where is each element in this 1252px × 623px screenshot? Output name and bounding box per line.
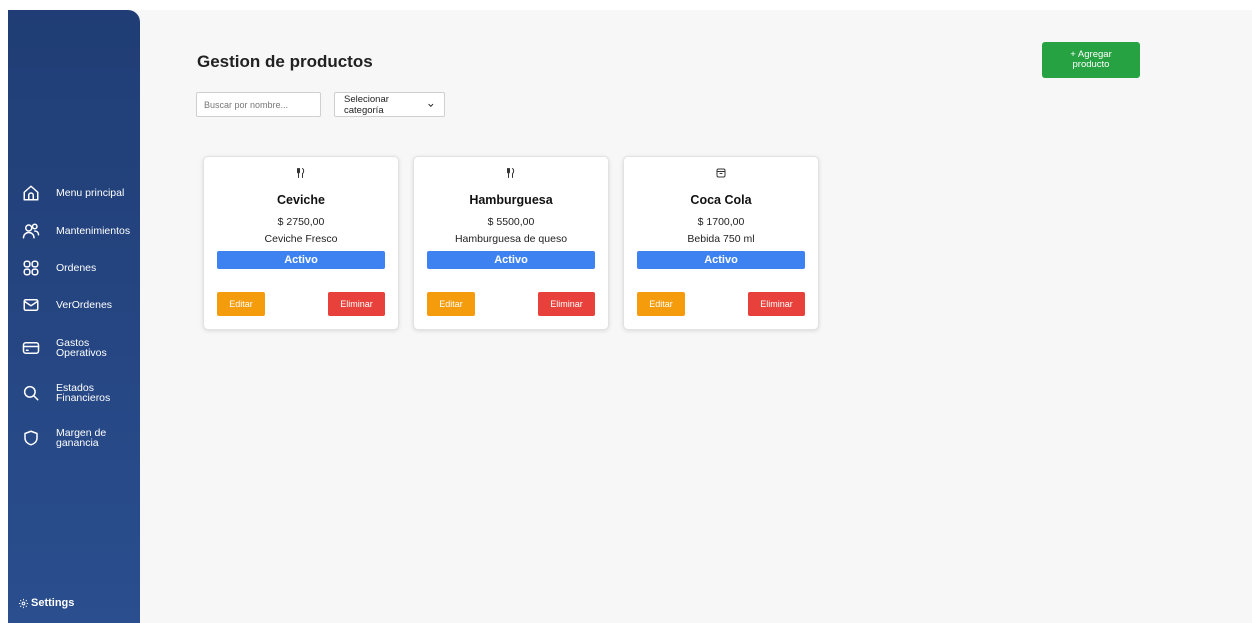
app-window: Menu principal Mantenimientos Ordenes Ve… [8,10,1252,623]
product-price: $ 1700,00 [697,216,745,228]
product-name: Coca Cola [690,193,752,207]
product-description: Bebida 750 ml [687,233,755,245]
sidebar-item-label: Estados Financieros [56,382,111,404]
edit-button[interactable]: Editar [637,292,685,316]
product-name: Hamburguesa [469,193,553,207]
settings-label: Settings [31,597,75,609]
users-icon [22,222,40,240]
sidebar-item-ordenes[interactable]: Ordenes [8,251,140,285]
product-price: $ 5500,00 [487,216,535,228]
sidebar-item-label: Mantenimientos [56,225,131,237]
status-badge: Activo [637,251,805,269]
edit-button[interactable]: Editar [217,292,265,316]
sidebar-item-label: Menu principal [56,187,125,199]
archive-icon [716,168,726,178]
sidebar-item-verordenes[interactable]: VerOrdenes [8,288,140,322]
status-badge: Activo [217,251,385,269]
page-title: Gestion de productos [197,52,373,71]
search-input[interactable] [196,92,321,117]
home-icon [22,184,40,202]
sidebar-item-label: Ordenes [56,262,97,274]
credit-card-icon [22,339,40,357]
search-icon [22,384,40,402]
status-badge: Activo [427,251,595,269]
category-select-value: Selecionar categoría [344,93,389,116]
delete-button[interactable]: Eliminar [538,292,595,316]
gear-icon [18,598,29,608]
sidebar: Menu principal Mantenimientos Ordenes Ve… [8,10,140,623]
sidebar-item-label: Gastos Operativos [56,337,107,359]
sidebar-item-gastos-operativos[interactable]: Gastos Operativos [8,331,140,365]
sidebar-item-menu-principal[interactable]: Menu principal [8,176,140,210]
category-select[interactable]: Selecionar categoría [334,92,445,117]
sidebar-item-estados-financieros[interactable]: Estados Financieros [8,376,140,410]
delete-button[interactable]: Eliminar [328,292,385,316]
product-description: Hamburguesa de queso [454,233,568,245]
product-name: Ceviche [277,193,325,207]
grid-icon [22,259,40,277]
product-card: Hamburguesa $ 5500,00 Hamburguesa de que… [413,156,609,330]
sidebar-item-label: VerOrdenes [56,299,113,311]
product-price: $ 2750,00 [277,216,325,228]
edit-button[interactable]: Editar [427,292,475,316]
add-product-button[interactable]: + Agregar producto [1042,42,1140,78]
utensils-icon [507,168,515,178]
shield-icon [22,429,40,447]
settings-link[interactable]: Settings [18,597,74,609]
utensils-icon [297,168,305,178]
sidebar-item-mantenimientos[interactable]: Mantenimientos [8,214,140,248]
product-card: Coca Cola $ 1700,00 Bebida 750 ml Activo… [623,156,819,330]
sidebar-item-label: Margen de ganancia [56,427,107,449]
product-description: Ceviche Fresco [264,233,338,245]
sidebar-item-margen-de-ganancia[interactable]: Margen de ganancia [8,421,140,455]
chevron-down-icon [428,103,434,107]
mail-icon [22,296,40,314]
product-card: Ceviche $ 2750,00 Ceviche Fresco Activo … [203,156,399,330]
delete-button[interactable]: Eliminar [748,292,805,316]
